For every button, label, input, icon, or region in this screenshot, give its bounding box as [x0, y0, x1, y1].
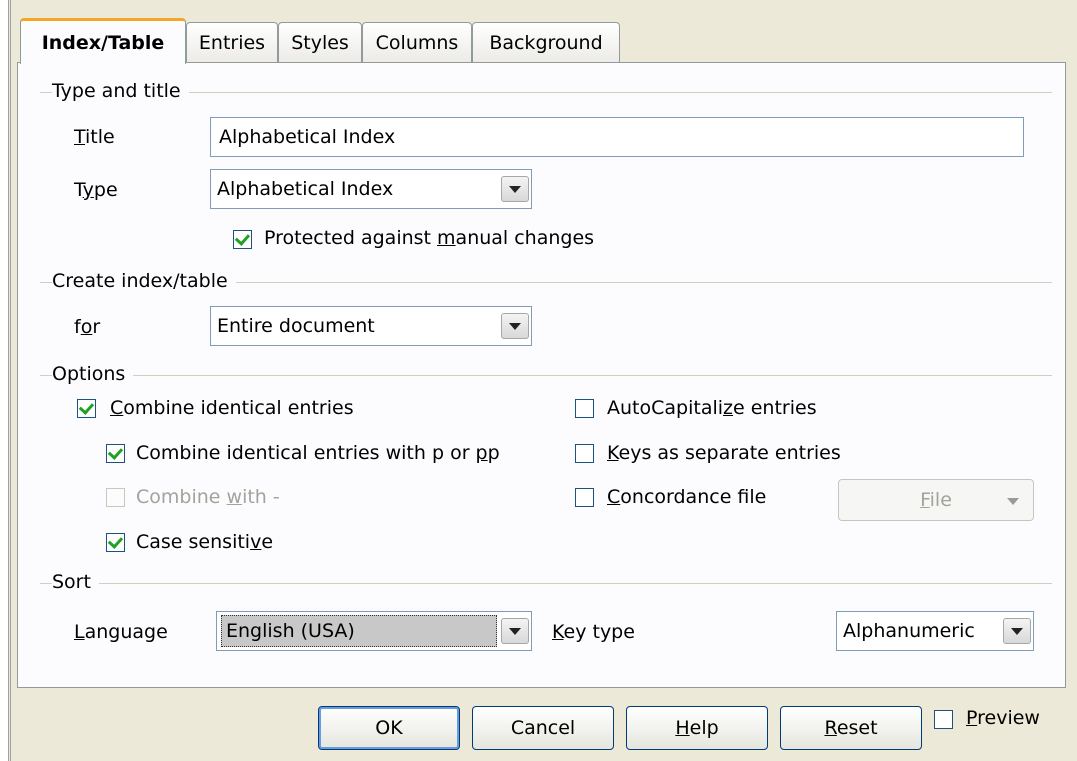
combine-with-checkbox[interactable] [106, 488, 125, 507]
tab-entries[interactable]: Entries [186, 22, 278, 62]
key-type-dropdown-button[interactable] [1003, 618, 1031, 644]
combine-p-pp-label: Combine identical entries with p or pp [136, 442, 500, 464]
group-heading-sort: Sort [52, 571, 99, 593]
combine-with-label: Combine with - [136, 486, 280, 508]
cancel-button[interactable]: Cancel [472, 706, 614, 750]
file-button-label: File [920, 489, 952, 511]
autocapitalize-label: AutoCapitalize entries [607, 397, 817, 419]
combine-p-pp-checkbox[interactable] [106, 444, 125, 463]
chevron-down-icon [1011, 627, 1023, 635]
checkmark-icon [234, 230, 251, 246]
protected-checkbox[interactable] [233, 230, 252, 249]
case-sensitive-checkbox[interactable] [106, 533, 125, 552]
group-separator-type [40, 92, 1052, 93]
concordance-checkbox[interactable] [575, 488, 594, 507]
for-select[interactable]: Entire document [210, 306, 532, 346]
help-button-label: Help [675, 717, 719, 739]
type-dropdown-button[interactable] [501, 176, 529, 202]
tab-columns[interactable]: Columns [362, 22, 472, 62]
for-dropdown-button[interactable] [501, 313, 529, 339]
help-button[interactable]: Help [626, 706, 768, 750]
type-label: Type [74, 179, 118, 201]
group-heading-type-and-title: Type and title [52, 80, 189, 102]
for-label: for [74, 316, 101, 338]
key-type-select[interactable]: Alphanumeric [836, 611, 1034, 651]
group-separator-options [40, 375, 1052, 376]
tab-background[interactable]: Background [472, 22, 620, 62]
chevron-down-icon [509, 185, 521, 193]
preview-checkbox[interactable] [934, 710, 953, 729]
combine-identical-checkbox[interactable] [77, 399, 96, 418]
concordance-label: Concordance file [607, 486, 767, 508]
chevron-down-icon [509, 322, 521, 330]
group-heading-create-index: Create index/table [52, 270, 236, 292]
chevron-down-icon [1007, 498, 1019, 505]
checkmark-icon [107, 533, 124, 549]
left-window-edge-line [10, 0, 11, 761]
key-type-label: Key type [552, 621, 635, 643]
checkmark-icon [78, 399, 95, 415]
type-select[interactable]: Alphabetical Index [210, 169, 532, 209]
chevron-down-icon [509, 627, 521, 635]
language-select[interactable]: English (USA) [216, 611, 532, 651]
tab-index-table[interactable]: Index/Table [20, 18, 186, 64]
title-label: Title [74, 126, 115, 148]
protected-label: Protected against manual changes [264, 227, 595, 249]
checkmark-icon [107, 444, 124, 460]
left-window-edge [0, 0, 9, 761]
case-sensitive-label: Case sensitive [136, 531, 274, 553]
preview-label: Preview [966, 707, 1040, 729]
keys-separate-checkbox[interactable] [575, 444, 594, 463]
ok-button[interactable]: OK [318, 706, 460, 750]
group-heading-options: Options [52, 363, 134, 385]
reset-button-label: Reset [824, 717, 878, 739]
group-separator-sort [40, 583, 1052, 584]
tab-styles[interactable]: Styles [278, 22, 362, 62]
language-dropdown-button[interactable] [501, 618, 529, 644]
keys-separate-label: Keys as separate entries [607, 442, 841, 464]
title-input[interactable] [210, 117, 1024, 157]
reset-button[interactable]: Reset [780, 706, 922, 750]
file-button[interactable]: File [838, 479, 1034, 521]
language-label: Language [74, 621, 168, 643]
autocapitalize-checkbox[interactable] [575, 399, 594, 418]
combine-identical-label: Combine identical entries [110, 397, 354, 419]
